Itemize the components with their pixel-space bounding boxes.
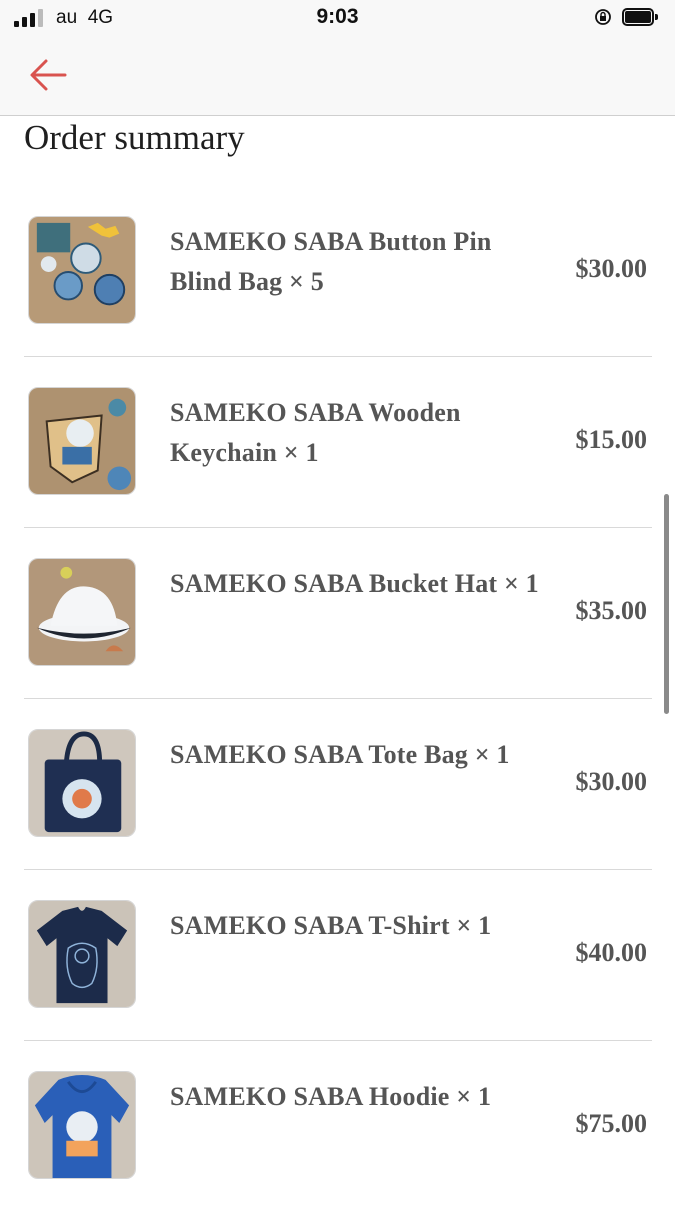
order-item[interactable]: SAMEKO SABA Hoodie × 1 $75.00 <box>24 1041 652 1212</box>
item-name: SAMEKO SABA Hoodie × 1 <box>170 1082 492 1111</box>
order-item[interactable]: SAMEKO SABA Button Pin Blind Bag × 5 $30… <box>24 186 652 357</box>
navigation-bar <box>0 36 675 116</box>
order-item[interactable]: SAMEKO SABA Tote Bag × 1 $30.00 <box>24 699 652 870</box>
item-name: SAMEKO SABA Wooden Keychain × 1 <box>170 398 461 467</box>
item-name: SAMEKO SABA Tote Bag × 1 <box>170 740 510 769</box>
item-price: $75.00 <box>575 1109 648 1138</box>
item-price: $15.00 <box>575 425 648 454</box>
product-thumbnail <box>28 1071 136 1179</box>
status-bar: au 4G 9:03 <box>0 0 675 36</box>
order-item[interactable]: SAMEKO SABA Wooden Keychain × 1 $15.00 <box>24 357 652 528</box>
order-item[interactable]: SAMEKO SABA T-Shirt × 1 $40.00 <box>24 870 652 1041</box>
item-name: SAMEKO SABA Button Pin Blind Bag × 5 <box>170 227 492 296</box>
page-title: Order summary <box>24 118 245 157</box>
item-price: $30.00 <box>575 767 648 796</box>
product-thumbnail <box>28 216 136 324</box>
battery-icon <box>622 8 658 26</box>
arrow-left-icon <box>30 59 67 91</box>
product-thumbnail <box>28 900 136 1008</box>
status-time: 9:03 <box>316 5 359 28</box>
item-name: SAMEKO SABA T-Shirt × 1 <box>170 911 492 940</box>
product-thumbnail <box>28 729 136 837</box>
item-price: $30.00 <box>575 254 648 283</box>
orientation-lock-icon <box>595 9 611 25</box>
product-thumbnail <box>28 387 136 495</box>
vertical-scrollbar[interactable] <box>664 494 669 714</box>
item-price: $35.00 <box>575 596 648 625</box>
product-thumbnail <box>28 558 136 666</box>
order-item[interactable]: SAMEKO SABA Bucket Hat × 1 $35.00 <box>24 528 652 699</box>
item-price: $40.00 <box>575 938 648 967</box>
item-name: SAMEKO SABA Bucket Hat × 1 <box>170 569 539 598</box>
back-button[interactable] <box>27 54 69 96</box>
